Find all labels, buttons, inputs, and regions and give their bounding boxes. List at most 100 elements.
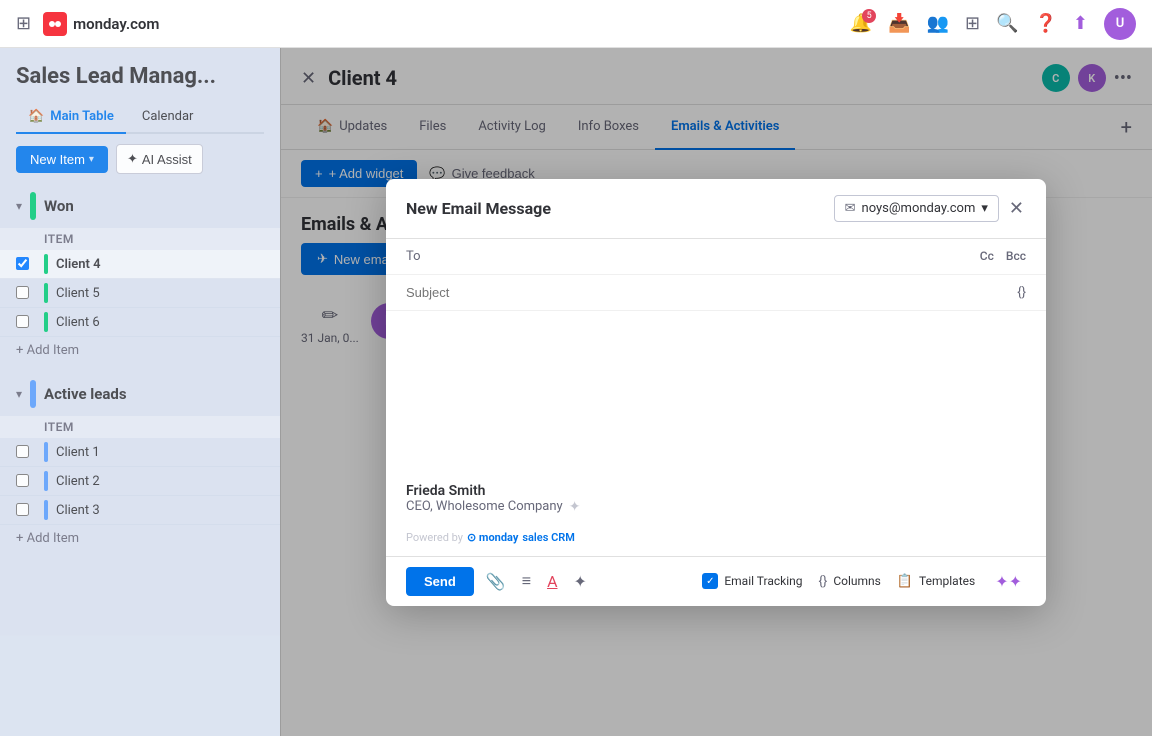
- format-icon[interactable]: ≡: [518, 567, 535, 595]
- add-item-row-won[interactable]: + Add Item: [0, 337, 280, 364]
- modal-close-icon[interactable]: ✕: [1007, 196, 1026, 221]
- to-input[interactable]: [442, 249, 968, 264]
- email-tracking-option[interactable]: ✓ Email Tracking: [702, 573, 802, 589]
- send-button[interactable]: Send: [406, 567, 474, 596]
- board-panel: Sales Lead Manag... 🏠 Main Table Calenda…: [0, 48, 280, 736]
- group-won-col-header: Item: [0, 228, 280, 250]
- search-icon[interactable]: 🔍: [996, 13, 1018, 34]
- table-row[interactable]: Client 5: [0, 279, 280, 308]
- row-color-bar: [44, 283, 48, 303]
- people-icon[interactable]: 👥: [927, 13, 949, 34]
- group-active-leads-header[interactable]: ▾ Active leads: [0, 372, 280, 416]
- row-checkbox[interactable]: [16, 443, 44, 462]
- ai-assist-button[interactable]: ✦ AI Assist: [116, 144, 203, 174]
- group-won-header[interactable]: ▾ Won: [0, 184, 280, 228]
- board-title: Sales Lead Manag...: [16, 64, 264, 89]
- table-row[interactable]: Client 2: [0, 467, 280, 496]
- envelope-icon: ✉: [845, 201, 856, 216]
- text-color-icon[interactable]: A: [543, 568, 561, 595]
- group-won-indicator: [30, 192, 36, 220]
- ai-compose-icon[interactable]: ✦: [570, 568, 591, 595]
- top-nav: ⊞ monday.com 🔔 5 📥 👥 ⊞ 🔍 ❓ ⬆ U: [0, 0, 1152, 48]
- row-name: Client 4: [56, 257, 264, 272]
- footer-right: ✓ Email Tracking {} Columns 📋 Templates …: [702, 568, 1026, 595]
- row-name: Client 1: [56, 445, 264, 460]
- row-name: Client 2: [56, 474, 264, 489]
- board-header: Sales Lead Manag... 🏠 Main Table Calenda…: [0, 48, 280, 134]
- tab-main-table-label: Main Table: [50, 109, 114, 124]
- row-checkbox[interactable]: [16, 501, 44, 520]
- upgrade-icon[interactable]: ⬆: [1073, 13, 1088, 34]
- ai-label: AI Assist: [142, 152, 192, 167]
- group-won: ▾ Won Item Client 4 Client 5: [0, 184, 280, 364]
- from-email-selector[interactable]: ✉ noys@monday.com ▾: [834, 195, 999, 222]
- nav-right: 🔔 5 📥 👥 ⊞ 🔍 ❓ ⬆ U: [850, 8, 1136, 40]
- email-body-area[interactable]: [386, 311, 1046, 471]
- to-field: To Cc Bcc: [386, 239, 1046, 275]
- col-check: [16, 420, 44, 434]
- chevron-right-icon: ▾: [16, 387, 22, 401]
- monday-logo-icon: ⊙ monday: [467, 531, 518, 544]
- columns-label: Columns: [833, 574, 881, 588]
- tab-main-table[interactable]: 🏠 Main Table: [16, 101, 126, 134]
- main-container: Sales Lead Manag... 🏠 Main Table Calenda…: [0, 48, 1152, 736]
- col-item-label: Item: [44, 420, 264, 434]
- braces-icon[interactable]: {}: [1017, 285, 1026, 300]
- help-icon[interactable]: ❓: [1034, 13, 1056, 34]
- modal-title: New Email Message: [406, 199, 551, 218]
- columns-option[interactable]: {} Columns: [819, 574, 881, 589]
- templates-label: Templates: [919, 574, 975, 588]
- brand-name: monday.com: [73, 15, 159, 33]
- templates-option[interactable]: 📋 Templates: [897, 574, 975, 589]
- row-color-bar: [44, 500, 48, 520]
- add-item-row-active[interactable]: + Add Item: [0, 525, 280, 552]
- to-label: To: [406, 249, 430, 264]
- apps-icon[interactable]: ⊞: [965, 13, 980, 34]
- row-name: Client 3: [56, 503, 264, 518]
- sparkle-ai-icon[interactable]: ✦✦: [991, 568, 1026, 595]
- col-item-label: Item: [44, 232, 264, 246]
- home-icon: 🏠: [28, 109, 44, 124]
- chevron-down-icon: ▾: [981, 201, 988, 216]
- attachment-icon[interactable]: 📎: [482, 568, 510, 595]
- modal-footer: Send 📎 ≡ A ✦ ✓ Email Tracking {} C: [386, 556, 1046, 606]
- table-row[interactable]: Client 4: [0, 250, 280, 279]
- modal-header: New Email Message ✉ noys@monday.com ▾ ✕: [386, 179, 1046, 239]
- cc-button[interactable]: Cc: [980, 249, 994, 263]
- sig-name: Frieda Smith: [406, 483, 1026, 499]
- new-item-button[interactable]: New Item ▾: [16, 146, 108, 173]
- group-active-col-header: Item: [0, 416, 280, 438]
- tab-calendar[interactable]: Calendar: [130, 101, 206, 134]
- right-panel: ✕ Client 4 C K ••• 🏠 Updates Files Activ…: [280, 48, 1152, 736]
- row-checkbox[interactable]: [16, 472, 44, 491]
- row-color-bar: [44, 442, 48, 462]
- user-avatar[interactable]: U: [1104, 8, 1136, 40]
- board-tabs: 🏠 Main Table Calendar: [16, 101, 264, 134]
- group-active-leads-title: Active leads: [44, 385, 127, 403]
- footer-left: Send 📎 ≡ A ✦: [406, 567, 591, 596]
- subject-input[interactable]: [406, 285, 1005, 300]
- ai-icon: ✦: [127, 151, 138, 167]
- row-checkbox[interactable]: [16, 255, 44, 274]
- notification-badge: 5: [862, 9, 876, 23]
- table-row[interactable]: Client 3: [0, 496, 280, 525]
- grid-icon[interactable]: ⊞: [16, 13, 31, 34]
- row-checkbox[interactable]: [16, 313, 44, 332]
- brand: monday.com: [43, 12, 159, 36]
- crm-label: sales CRM: [522, 531, 575, 544]
- email-modal: New Email Message ✉ noys@monday.com ▾ ✕ …: [386, 179, 1046, 606]
- new-item-label: New Item: [30, 152, 85, 167]
- email-tracking-label: Email Tracking: [724, 574, 802, 588]
- row-checkbox[interactable]: [16, 284, 44, 303]
- group-won-title: Won: [44, 197, 74, 215]
- table-row[interactable]: Client 6: [0, 308, 280, 337]
- modal-overlay: New Email Message ✉ noys@monday.com ▾ ✕ …: [280, 48, 1152, 736]
- group-active-indicator: [30, 380, 36, 408]
- bcc-button[interactable]: Bcc: [1006, 249, 1026, 263]
- table-row[interactable]: Client 1: [0, 438, 280, 467]
- email-tracking-checkbox[interactable]: ✓: [702, 573, 718, 589]
- add-item-label: + Add Item: [16, 343, 79, 358]
- from-email-address: noys@monday.com: [862, 201, 976, 216]
- notification-icon[interactable]: 🔔 5: [850, 13, 872, 34]
- inbox-icon[interactable]: 📥: [888, 13, 910, 34]
